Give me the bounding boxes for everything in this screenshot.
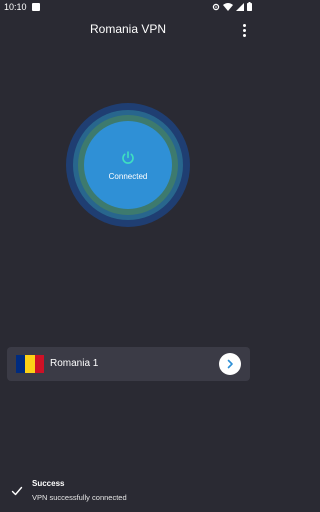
flag-stripe-blue <box>16 355 26 373</box>
snackbar-message: VPN successfully connected <box>32 493 127 502</box>
connection-status-label: Connected <box>108 171 148 181</box>
flag-stripe-yellow <box>25 355 35 373</box>
check-icon <box>11 486 23 496</box>
app-notification-icon <box>32 3 40 11</box>
signal-icon <box>236 2 244 13</box>
wifi-icon <box>223 2 233 13</box>
status-bar: 10:10 <box>0 0 256 14</box>
app-title: Romania VPN <box>89 22 167 36</box>
flag-stripe-red <box>34 355 44 373</box>
more-vert-dot <box>242 33 246 37</box>
status-icons <box>212 2 252 13</box>
more-vert-icon <box>242 23 246 27</box>
romania-flag <box>16 355 44 373</box>
more-vert-dot <box>242 28 246 32</box>
more-options-button[interactable] <box>238 20 250 40</box>
power-button[interactable]: Connected <box>84 121 172 209</box>
settings-icon <box>212 3 220 13</box>
power-icon <box>122 150 134 164</box>
server-selector[interactable]: Romania 1 <box>7 347 250 381</box>
snackbar: Success VPN successfully connected <box>0 474 256 512</box>
battery-icon <box>247 2 252 13</box>
snackbar-title: Success <box>32 479 65 488</box>
app-bar: Romania VPN <box>0 18 256 42</box>
status-time: 10:10 <box>4 2 27 12</box>
chevron-right-icon <box>227 359 233 369</box>
server-name: Romania 1 <box>50 358 99 369</box>
server-select-button[interactable] <box>219 353 241 375</box>
